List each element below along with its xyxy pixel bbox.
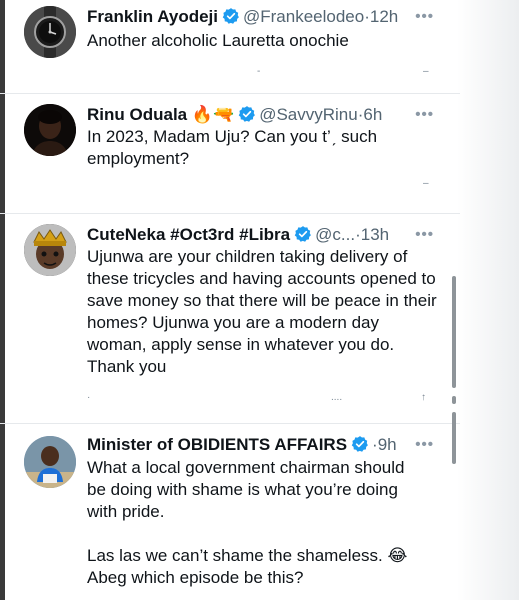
timestamp[interactable]: 12h	[370, 7, 398, 26]
avatar[interactable]	[24, 436, 76, 488]
tweet-text: What a local government chairman should …	[87, 457, 427, 589]
tweet-3[interactable]: CuteNeka #Oct3rd #Libra @c... · 13h ••• Uju…	[0, 214, 460, 424]
handle[interactable]: @SavvyRinu	[259, 105, 358, 124]
tweet-text: In 2023, Madam Uju? Can you t’ˏ such emp…	[87, 126, 437, 170]
handle[interactable]: @c...	[315, 225, 355, 244]
tweet-text: Another alcoholic Lauretta onochie	[87, 31, 349, 50]
tweet-header: Franklin Ayodeji @Frankeelodeo·12h	[87, 6, 452, 31]
tweet-actions: · .... ↑	[87, 392, 447, 403]
tweet-actions: –	[87, 178, 447, 189]
tweet-actions: - –	[87, 66, 447, 77]
crowned-portrait-icon	[24, 224, 76, 276]
display-name[interactable]: Rinu Oduala	[87, 105, 187, 124]
share-icon[interactable]: ↑	[421, 392, 426, 403]
tweet-header: Minister of OBIDIENTS AFFAIRS ·9h	[87, 434, 452, 459]
views-icon[interactable]: ....	[331, 392, 342, 403]
display-name[interactable]: Minister of OBIDIENTS AFFAIRS	[87, 435, 347, 454]
tweet-1[interactable]: Franklin Ayodeji @Frankeelodeo·12h ••• An…	[0, 0, 460, 92]
avatar[interactable]	[24, 6, 76, 58]
handle[interactable]: @Frankeelodeo	[243, 7, 364, 26]
timestamp[interactable]: 13h	[361, 225, 389, 244]
verified-badge-icon	[222, 7, 240, 31]
reply-icon[interactable]: -	[257, 66, 260, 77]
tweet-text-line: employment?	[87, 149, 190, 168]
reply-icon[interactable]: ·	[87, 392, 90, 403]
share-icon[interactable]: –	[423, 178, 429, 189]
avatar[interactable]	[24, 224, 76, 276]
tweet-text-line: Abeg which episode be this?	[87, 568, 304, 587]
right-shade	[457, 0, 519, 600]
scrollbar-thumb[interactable]	[452, 276, 456, 388]
more-options-icon[interactable]: •••	[415, 8, 434, 25]
avatar[interactable]	[24, 104, 76, 156]
tweet-4[interactable]: Minister of OBIDIENTS AFFAIRS ·9h ••• Wha…	[0, 424, 460, 600]
more-options-icon[interactable]: •••	[415, 436, 434, 453]
tweet-text-line: In 2023, Madam Uju? Can you t’ˏ such	[87, 127, 378, 146]
verified-badge-icon	[351, 435, 369, 459]
timestamp[interactable]: 9h	[378, 435, 397, 454]
display-name[interactable]: CuteNeka #Oct3rd #Libra	[87, 225, 290, 244]
scrollbar-thumb[interactable]	[452, 396, 456, 404]
display-name[interactable]: Franklin Ayodeji	[87, 7, 218, 26]
emoji-decoration: 🔥🔫	[191, 105, 235, 124]
tweet-paragraph: What a local government chairman should …	[87, 458, 405, 521]
more-options-icon[interactable]: •••	[415, 226, 434, 243]
tweet-2[interactable]: Rinu Oduala 🔥🔫 @SavvyRinu·6h ••• In 2023,…	[0, 94, 460, 214]
child-portrait-icon	[24, 436, 76, 488]
share-icon[interactable]: –	[423, 66, 429, 77]
more-options-icon[interactable]: •••	[415, 106, 434, 123]
timestamp[interactable]: 6h	[363, 105, 382, 124]
tweet-text: Ujunwa are your children taking delivery…	[87, 247, 437, 376]
scrollbar-thumb[interactable]	[452, 412, 456, 464]
portrait-icon	[24, 104, 76, 156]
tweet-text-line: Las las we can’t shame the shameless. 😂	[87, 546, 408, 565]
wristwatch-icon	[24, 6, 76, 58]
